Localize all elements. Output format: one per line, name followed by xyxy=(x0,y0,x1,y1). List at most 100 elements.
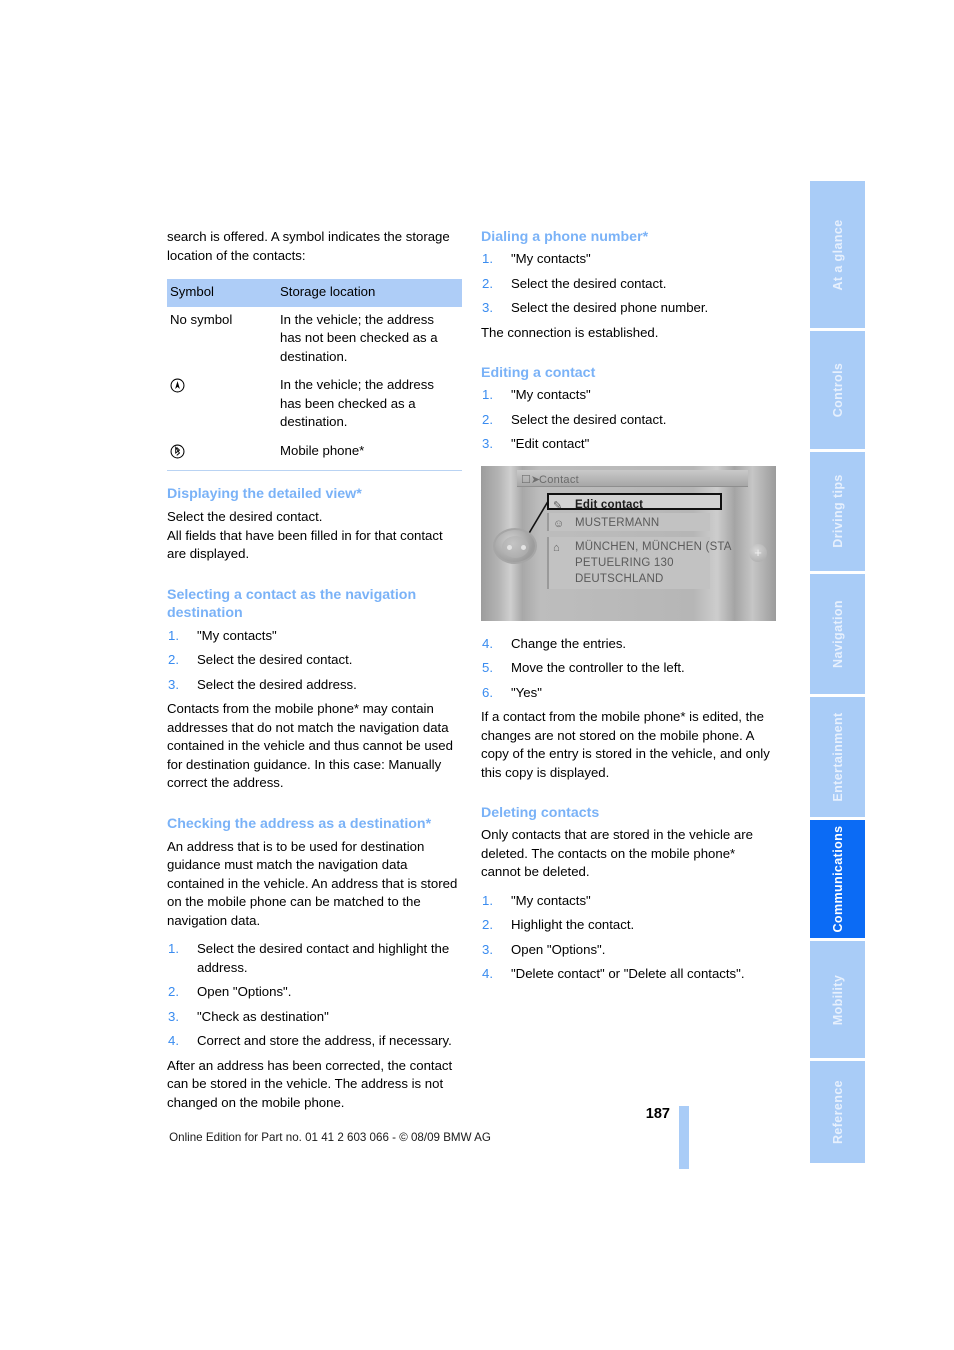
list-item: 5. Move the controller to the left. xyxy=(481,659,776,678)
tab-entertainment[interactable]: Entertainment xyxy=(810,696,865,818)
tab-communications[interactable]: Communications xyxy=(810,820,865,939)
deleting-steps: 1. "My contacts" 2. Highlight the contact.… xyxy=(481,892,776,984)
table-header-row: Symbol Storage location xyxy=(167,279,462,307)
step-number: 3. xyxy=(482,436,493,451)
heading-editing-contact: Editing a contact xyxy=(481,365,596,381)
contact-card-icon: ☐➤ xyxy=(521,473,541,486)
step-number: 1. xyxy=(482,892,493,908)
tab-label: Controls xyxy=(830,362,845,418)
list-item: 2. Open "Options". xyxy=(167,983,462,1002)
tab-reference[interactable]: Reference xyxy=(810,1060,865,1163)
checking-address-intro: An address that is to be used for destin… xyxy=(167,838,458,928)
step-number: 1. xyxy=(168,941,179,956)
step-text: "Edit contact" xyxy=(511,436,590,451)
deleting-intro: Only contacts that are stored in the veh… xyxy=(481,827,753,879)
tab-label: Communications xyxy=(830,825,845,933)
step-text: Select the desired address. xyxy=(197,676,357,692)
step-text: Open "Options". xyxy=(511,941,606,957)
dialing-note: The connection is established. xyxy=(481,324,659,340)
step-number: 2. xyxy=(482,411,493,427)
navigation-arrow-circle-icon xyxy=(170,378,185,399)
bluetooth-circle-icon xyxy=(170,444,185,465)
tab-controls[interactable]: Controls xyxy=(810,331,865,450)
table-row: Mobile phone* xyxy=(167,437,462,471)
list-item: 3. "Edit contact" xyxy=(481,435,776,454)
heading-checking-address-destination: Checking the address as a destination* xyxy=(167,815,432,832)
footer-edition-note: Online Edition for Part no. 01 41 2 603 … xyxy=(169,1131,491,1144)
step-text: "Check as destination" xyxy=(197,1008,329,1024)
section-tab-rail: At a glance Controls Driving tips Naviga… xyxy=(810,181,865,1166)
step-number: 2. xyxy=(168,652,179,667)
detailed-view-body: Select the desired contact. All fields t… xyxy=(167,509,443,561)
step-number: 2. xyxy=(482,275,493,291)
left-column: search is offered. A symbol indicates th… xyxy=(167,228,462,1114)
idrive-contact-name-row[interactable]: ☺ MUSTERMANN xyxy=(547,512,710,531)
tab-mobility[interactable]: Mobility xyxy=(810,941,865,1058)
person-icon: ☺ xyxy=(553,517,565,530)
step-text: "My contacts" xyxy=(511,892,591,908)
tab-navigation[interactable]: Navigation xyxy=(810,573,865,694)
list-item: 1. "My contacts" xyxy=(481,892,776,911)
editing-note: If a contact from the mobile phone* is e… xyxy=(481,709,770,780)
step-number: 3. xyxy=(168,676,179,692)
step-text: "My contacts" xyxy=(511,251,591,266)
tab-label: Driving tips xyxy=(830,474,845,549)
step-number: 6. xyxy=(482,684,493,700)
nav-destination-steps: 1. "My contacts" 2. Select the desired con… xyxy=(167,627,462,695)
cell-location: In the vehicle; the address has been che… xyxy=(280,377,434,429)
step-number: 4. xyxy=(482,966,493,981)
step-text: Select the desired contact. xyxy=(197,652,353,667)
step-text: Highlight the contact. xyxy=(511,917,635,932)
step-number: 3. xyxy=(482,300,493,315)
idrive-item-label: MUSTERMANN xyxy=(575,516,660,529)
list-item: 1. "My contacts" xyxy=(481,250,776,269)
cell-symbol: No symbol xyxy=(170,311,233,327)
step-number: 4. xyxy=(168,1033,179,1048)
heading-deleting-contacts: Deleting contacts xyxy=(481,805,600,821)
tab-at-a-glance[interactable]: At a glance xyxy=(810,181,865,329)
idrive-controller-dot xyxy=(521,544,526,550)
list-item: 2. Select the desired contact. xyxy=(167,651,462,670)
intro-paragraph: search is offered. A symbol indicates th… xyxy=(167,229,450,263)
idrive-window-title: Contact xyxy=(539,473,580,486)
column-header-symbol: Symbol xyxy=(167,279,277,307)
step-number: 1. xyxy=(482,387,493,402)
heading-dialing-phone-number: Dialing a phone number* xyxy=(481,229,649,245)
tab-label: Mobility xyxy=(830,974,845,1025)
tab-label: At a glance xyxy=(830,219,845,291)
step-text: Open "Options". xyxy=(197,984,292,999)
table-row: No symbol In the vehicle; the address ha… xyxy=(167,307,462,373)
checking-address-note: After an address has been corrected, the… xyxy=(167,1057,453,1110)
idrive-menu-item-edit-contact[interactable]: ✎ Edit contact xyxy=(547,492,722,512)
checking-address-steps: 1. Select the desired contact and highlig… xyxy=(167,940,462,1051)
step-text: "Delete contact" or "Delete all contacts… xyxy=(511,966,745,981)
idrive-item-label: Edit contact xyxy=(575,498,644,511)
list-item: 3. "Check as destination" xyxy=(167,1008,462,1027)
list-item: 6. "Yes" xyxy=(481,684,776,703)
step-number: 5. xyxy=(482,660,493,675)
list-item: 2. Select the desired contact. xyxy=(481,275,776,294)
idrive-contact-address-row[interactable]: ⌂ MÜNCHEN, MÜNCHEN (STA PETUELRING 130 D… xyxy=(547,536,731,589)
tab-label: Navigation xyxy=(830,599,845,668)
list-item: 3. Open "Options". xyxy=(481,941,776,960)
step-text: Select the desired contact and highlight… xyxy=(197,941,450,975)
page-marker-bar xyxy=(679,1106,689,1169)
step-number: 1. xyxy=(482,251,493,266)
step-number: 2. xyxy=(168,984,179,999)
symbol-storage-table: Symbol Storage location No symbol In the… xyxy=(167,279,462,471)
step-text: "My contacts" xyxy=(197,627,277,643)
list-item: 3. Select the desired phone number. xyxy=(481,299,776,318)
editing-steps-after: 4. Change the entries. 5. Move the control… xyxy=(481,635,776,703)
manual-page: At a glance Controls Driving tips Naviga… xyxy=(0,0,954,1350)
step-text: Change the entries. xyxy=(511,635,627,651)
heading-displaying-detailed-view: Displaying the detailed view* xyxy=(167,486,362,502)
step-number: 4. xyxy=(482,635,493,651)
right-column: Dialing a phone number* 1. "My contacts" … xyxy=(481,228,776,990)
tab-driving-tips[interactable]: Driving tips xyxy=(810,452,865,571)
step-text: Select the desired contact. xyxy=(511,275,667,291)
tab-label: Entertainment xyxy=(830,712,845,802)
house-address-icon: ⌂ xyxy=(553,541,560,554)
step-text: Move the controller to the left. xyxy=(511,660,685,675)
step-number: 1. xyxy=(168,627,179,643)
page-number: 187 xyxy=(645,1106,670,1122)
